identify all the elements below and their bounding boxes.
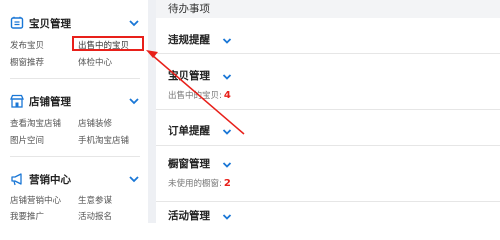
- chevron-down-icon[interactable]: [222, 37, 232, 45]
- row-sub-label: 出售中的宝贝:: [168, 91, 222, 101]
- row-title: 订单提醒: [168, 125, 210, 137]
- todo-row-activity-management[interactable]: 活动管理: [156, 202, 500, 223]
- row-title: 活动管理: [168, 210, 210, 222]
- row-sub-label: 未使用的橱窗:: [168, 179, 222, 189]
- sidebar-link-marketing-center[interactable]: 店铺营销中心: [10, 194, 61, 206]
- sidebar-link-event-signup[interactable]: 活动报名: [78, 210, 112, 222]
- row-title: 橱窗管理: [168, 158, 210, 170]
- section-title: 宝贝管理: [29, 17, 71, 30]
- todo-row-order-reminder[interactable]: 订单提醒: [156, 110, 500, 146]
- store-icon: [10, 94, 24, 108]
- sidebar-link-window-recommend[interactable]: 橱窗推荐: [10, 56, 44, 68]
- sidebar-link-image-space[interactable]: 图片空间: [10, 134, 44, 146]
- chevron-down-icon[interactable]: [128, 174, 140, 184]
- chevron-down-icon[interactable]: [222, 161, 232, 169]
- chevron-down-icon[interactable]: [222, 73, 232, 81]
- todo-header: 待办事项: [156, 0, 500, 18]
- sidebar-link-mobile-store[interactable]: 手机淘宝店铺: [78, 134, 129, 146]
- section-header[interactable]: 宝贝管理: [10, 14, 148, 32]
- section-header[interactable]: 店铺管理: [10, 92, 148, 110]
- todo-row-violation[interactable]: 违规提醒: [156, 18, 500, 54]
- chevron-down-icon[interactable]: [222, 213, 232, 221]
- divider: [10, 156, 140, 157]
- sidebar-link-health-center[interactable]: 体检中心: [78, 56, 112, 68]
- todo-row-window-management[interactable]: 橱窗管理 未使用的橱窗: 2: [156, 146, 500, 202]
- selected-item-highlight: [72, 36, 144, 51]
- chevron-down-icon[interactable]: [128, 18, 140, 28]
- sidebar-link-store-decoration[interactable]: 店铺装修: [78, 117, 112, 129]
- sidebar-link-business-advisor[interactable]: 生意参谋: [78, 194, 112, 206]
- panel-separator: [148, 0, 156, 223]
- row-title: 宝贝管理: [168, 70, 210, 82]
- megaphone-icon: [11, 173, 22, 186]
- sidebar-link-promote[interactable]: 我要推广: [10, 210, 44, 222]
- row-subtext: 未使用的橱窗: 2: [168, 177, 231, 189]
- chevron-down-icon[interactable]: [222, 128, 232, 136]
- section-title: 营销中心: [29, 173, 71, 186]
- row-subtext: 出售中的宝贝: 4: [168, 89, 231, 101]
- row-title: 违规提醒: [168, 34, 210, 46]
- tag-icon: [10, 16, 24, 29]
- section-title: 店铺管理: [29, 95, 71, 108]
- page-title: 待办事项: [168, 3, 210, 15]
- section-header[interactable]: 营销中心: [10, 170, 148, 188]
- row-sub-count[interactable]: 4: [224, 90, 231, 101]
- todo-row-item-management[interactable]: 宝贝管理 出售中的宝贝: 4: [156, 54, 500, 110]
- row-sub-count[interactable]: 2: [224, 178, 231, 189]
- divider: [10, 78, 140, 79]
- todo-panel: 待办事项 违规提醒 宝贝管理 出售中的宝贝: 4 订单提醒 橱窗管理 未使用的橱窗…: [156, 0, 500, 223]
- sidebar: 宝贝管理 发布宝贝 出售中的宝贝 橱窗推荐 体检中心 店铺管理 查看淘宝店铺 店…: [0, 0, 148, 223]
- sidebar-link-view-store[interactable]: 查看淘宝店铺: [10, 117, 61, 129]
- chevron-down-icon[interactable]: [128, 96, 140, 106]
- sidebar-link-publish-item[interactable]: 发布宝贝: [10, 39, 44, 51]
